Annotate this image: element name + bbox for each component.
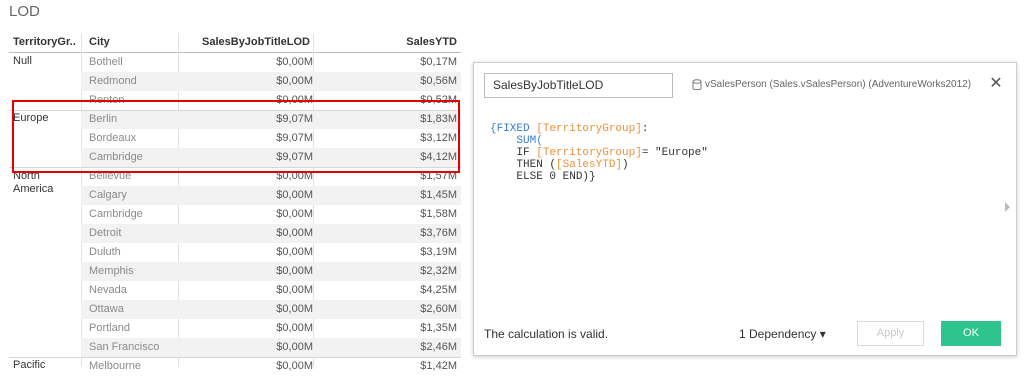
ytd-cell: $2,60M <box>420 303 457 315</box>
lod-cell: $0,00M <box>276 227 313 239</box>
close-icon[interactable]: ✕ <box>986 74 1006 94</box>
table-row[interactable]: Duluth $0,00M $3,19M <box>9 243 461 262</box>
header-sales-ytd[interactable]: SalesYTD <box>406 33 457 52</box>
header-sales-by-job-title-lod[interactable]: SalesByJobTitleLOD <box>202 33 310 52</box>
header-territory-group[interactable]: TerritoryGr.. <box>13 33 76 52</box>
code-text: : <box>641 123 649 135</box>
table-row[interactable]: Ottawa $0,00M $2,60M <box>9 300 461 319</box>
code-text: ) <box>622 159 629 171</box>
code-text: THEN ( <box>516 159 557 171</box>
lod-cell: $0,00M <box>276 265 313 277</box>
header-city[interactable]: City <box>89 33 110 52</box>
row-band <box>81 262 461 281</box>
city-cell: Duluth <box>89 246 121 258</box>
ytd-cell: $3,76M <box>420 227 457 239</box>
formula-editor[interactable]: {FIXED [TerritoryGroup]: SUM( IF [Territ… <box>490 123 708 183</box>
city-cell: Portland <box>89 322 130 334</box>
city-cell: Nevada <box>89 284 127 296</box>
code-field: [TerritoryGroup] <box>536 147 642 159</box>
validation-status: The calculation is valid. <box>484 327 609 341</box>
code-field: [SalesYTD] <box>556 159 623 171</box>
calculation-name-field[interactable]: SalesByJobTitleLOD <box>484 73 673 98</box>
group-divider <box>9 357 461 358</box>
group-label-north-america: North America <box>13 170 54 195</box>
table-row[interactable]: Cambridge $0,00M $1,58M <box>9 205 461 224</box>
code-text: ELSE 0 END)} <box>516 171 596 183</box>
city-cell: Detroit <box>89 227 122 239</box>
expand-arrow-icon[interactable] <box>1005 202 1010 212</box>
city-cell: Ottawa <box>89 303 124 315</box>
calculation-editor-dialog: SalesByJobTitleLOD vSalesPerson (Sales.v… <box>473 62 1017 356</box>
lod-cell: $0,00M <box>276 284 313 296</box>
ytd-cell: $0,17M <box>420 56 457 68</box>
city-cell: San Francisco <box>89 341 160 353</box>
row-band <box>81 186 461 205</box>
row-band <box>81 72 461 91</box>
group-label-null: Null <box>13 55 32 67</box>
ytd-cell: $0,56M <box>420 75 457 87</box>
city-cell: Bothell <box>89 56 123 68</box>
table-row[interactable]: Redmond $0,00M $0,56M <box>9 72 461 91</box>
city-cell: Calgary <box>89 189 127 201</box>
city-cell: Memphis <box>89 265 134 277</box>
city-cell: Redmond <box>89 75 137 87</box>
lod-cell: $0,00M <box>276 189 313 201</box>
lod-cell: $0,00M <box>276 246 313 258</box>
lod-cell: $0,00M <box>276 303 313 315</box>
apply-button[interactable]: Apply <box>857 321 924 346</box>
row-band <box>81 224 461 243</box>
ytd-cell: $2,32M <box>420 265 457 277</box>
sheet-title: LOD <box>9 3 40 20</box>
ytd-cell: $1,35M <box>420 322 457 334</box>
group-label-pacific: Pacific <box>13 359 46 371</box>
ytd-cell: $2,46M <box>420 341 457 353</box>
code-keyword: SUM( <box>516 135 543 147</box>
lod-cell: $0,00M <box>276 75 313 87</box>
ytd-cell: $1,58M <box>420 208 457 220</box>
row-band <box>81 300 461 319</box>
code-text: IF <box>516 147 537 159</box>
code-field: [TerritoryGroup] <box>536 123 642 135</box>
ok-button[interactable]: OK <box>941 321 1001 346</box>
ytd-cell: $1,45M <box>420 189 457 201</box>
lod-cell: $0,00M <box>276 341 313 353</box>
lod-cell: $0,00M <box>276 208 313 220</box>
datasource-icon <box>692 79 702 91</box>
datasource-label: vSalesPerson (Sales.vSalesPerson) (Adven… <box>705 79 972 90</box>
dependency-dropdown[interactable]: 1 Dependency ▾ <box>739 327 826 341</box>
europe-highlight-box <box>12 100 460 173</box>
lod-cell: $0,00M <box>276 322 313 334</box>
city-cell: Cambridge <box>89 208 143 220</box>
code-keyword: {FIXED <box>490 123 537 135</box>
table-row[interactable]: Memphis $0,00M $2,32M <box>9 262 461 281</box>
table-row[interactable]: Portland $0,00M $1,35M <box>9 319 461 338</box>
table-row[interactable]: San Francisco $0,00M $2,46M <box>9 338 461 357</box>
lod-cell: $0,00M <box>276 56 313 68</box>
table-row[interactable]: Detroit $0,00M $3,76M <box>9 224 461 243</box>
table-row[interactable]: Bothell $0,00M $0,17M <box>9 53 461 72</box>
table-row[interactable]: Nevada $0,00M $4,25M <box>9 281 461 300</box>
code-text: = "Europe" <box>641 147 708 159</box>
ytd-cell: $3,19M <box>420 246 457 258</box>
ytd-cell: $4,25M <box>420 284 457 296</box>
table-row[interactable]: Calgary $0,00M $1,45M <box>9 186 461 205</box>
